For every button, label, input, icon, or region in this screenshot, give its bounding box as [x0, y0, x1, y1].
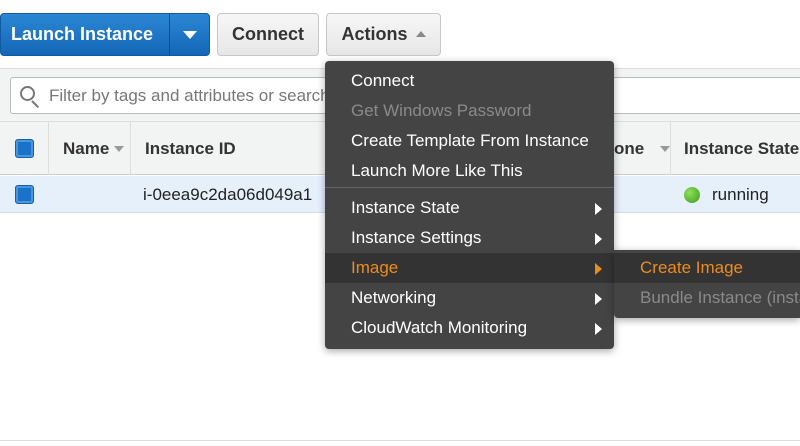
row-state-label: running [712, 184, 769, 204]
menu-item-get-windows-password: Get Windows Password [325, 96, 614, 126]
launch-instance-label: Launch Instance [11, 24, 154, 44]
column-header-instance-state[interactable]: Instance State [670, 122, 800, 175]
column-header-label: one [614, 138, 645, 158]
toolbar: Launch Instance Connect Actions [0, 0, 800, 68]
menu-item-cloudwatch[interactable]: CloudWatch Monitoring [325, 313, 614, 343]
launch-instance-button[interactable]: Launch Instance [0, 13, 210, 56]
row-name-cell [48, 176, 130, 213]
menu-item-label: Networking [351, 288, 437, 307]
row-checkbox[interactable] [14, 185, 34, 204]
column-header-label: Name [63, 138, 110, 158]
chevron-up-icon [415, 30, 426, 37]
menu-divider [325, 187, 614, 188]
sort-caret-icon [114, 145, 125, 152]
submenu-item-bundle-instance: Bundle Instance (instance store AMI) [614, 283, 800, 313]
submenu-arrow-icon [595, 293, 602, 305]
menu-item-label: Instance State [351, 198, 460, 217]
image-submenu: Create Image Bundle Instance (instance s… [614, 250, 800, 318]
menu-item-launch-more[interactable]: Launch More Like This [325, 156, 614, 186]
select-all-cell [0, 122, 48, 175]
menu-item-label: Launch More Like This [351, 161, 523, 180]
connect-button[interactable]: Connect [217, 13, 319, 56]
menu-item-label: Instance Settings [351, 228, 482, 247]
menu-item-create-template[interactable]: Create Template From Instance [325, 126, 614, 156]
connect-label: Connect [232, 24, 304, 44]
search-icon [19, 85, 41, 108]
column-header-instance-id[interactable]: Instance ID [130, 122, 330, 175]
menu-item-instance-state[interactable]: Instance State [325, 193, 614, 223]
divider [0, 440, 800, 441]
actions-menu: Connect Get Windows Password Create Temp… [325, 61, 614, 349]
menu-item-label: Create Template From Instance [351, 131, 589, 150]
menu-item-image[interactable]: Image [325, 253, 614, 283]
sort-caret-icon [660, 145, 671, 152]
row-instance-state: running [684, 176, 800, 213]
select-all-checkbox[interactable] [14, 139, 34, 158]
chevron-down-icon [182, 30, 197, 39]
menu-item-instance-settings[interactable]: Instance Settings [325, 223, 614, 253]
menu-item-label: Create Image [640, 258, 743, 277]
menu-item-label: Bundle Instance (instance store AMI) [640, 288, 800, 307]
status-dot-icon [684, 186, 700, 203]
menu-item-label: Connect [351, 71, 415, 90]
menu-item-label: Get Windows Password [351, 101, 532, 120]
submenu-item-create-image[interactable]: Create Image [614, 253, 800, 283]
menu-item-label: Image [351, 258, 399, 277]
submenu-arrow-icon [595, 203, 602, 215]
launch-dropdown-toggle[interactable] [169, 14, 209, 55]
actions-label: Actions [341, 24, 408, 44]
submenu-arrow-icon [595, 233, 602, 245]
column-header-label: Instance State [684, 138, 800, 158]
submenu-arrow-icon [595, 263, 602, 275]
menu-item-networking[interactable]: Networking [325, 283, 614, 313]
row-select-cell [0, 176, 48, 213]
actions-button[interactable]: Actions [326, 13, 441, 56]
column-header-label: Instance ID [145, 138, 236, 158]
row-instance-id: i-0eea9c2da06d049a1 [143, 184, 313, 204]
menu-item-connect[interactable]: Connect [325, 66, 614, 96]
column-header-name[interactable]: Name [48, 122, 130, 175]
menu-item-label: CloudWatch Monitoring [351, 318, 528, 337]
submenu-arrow-icon [595, 323, 602, 335]
column-header-zone[interactable]: one [614, 122, 671, 175]
